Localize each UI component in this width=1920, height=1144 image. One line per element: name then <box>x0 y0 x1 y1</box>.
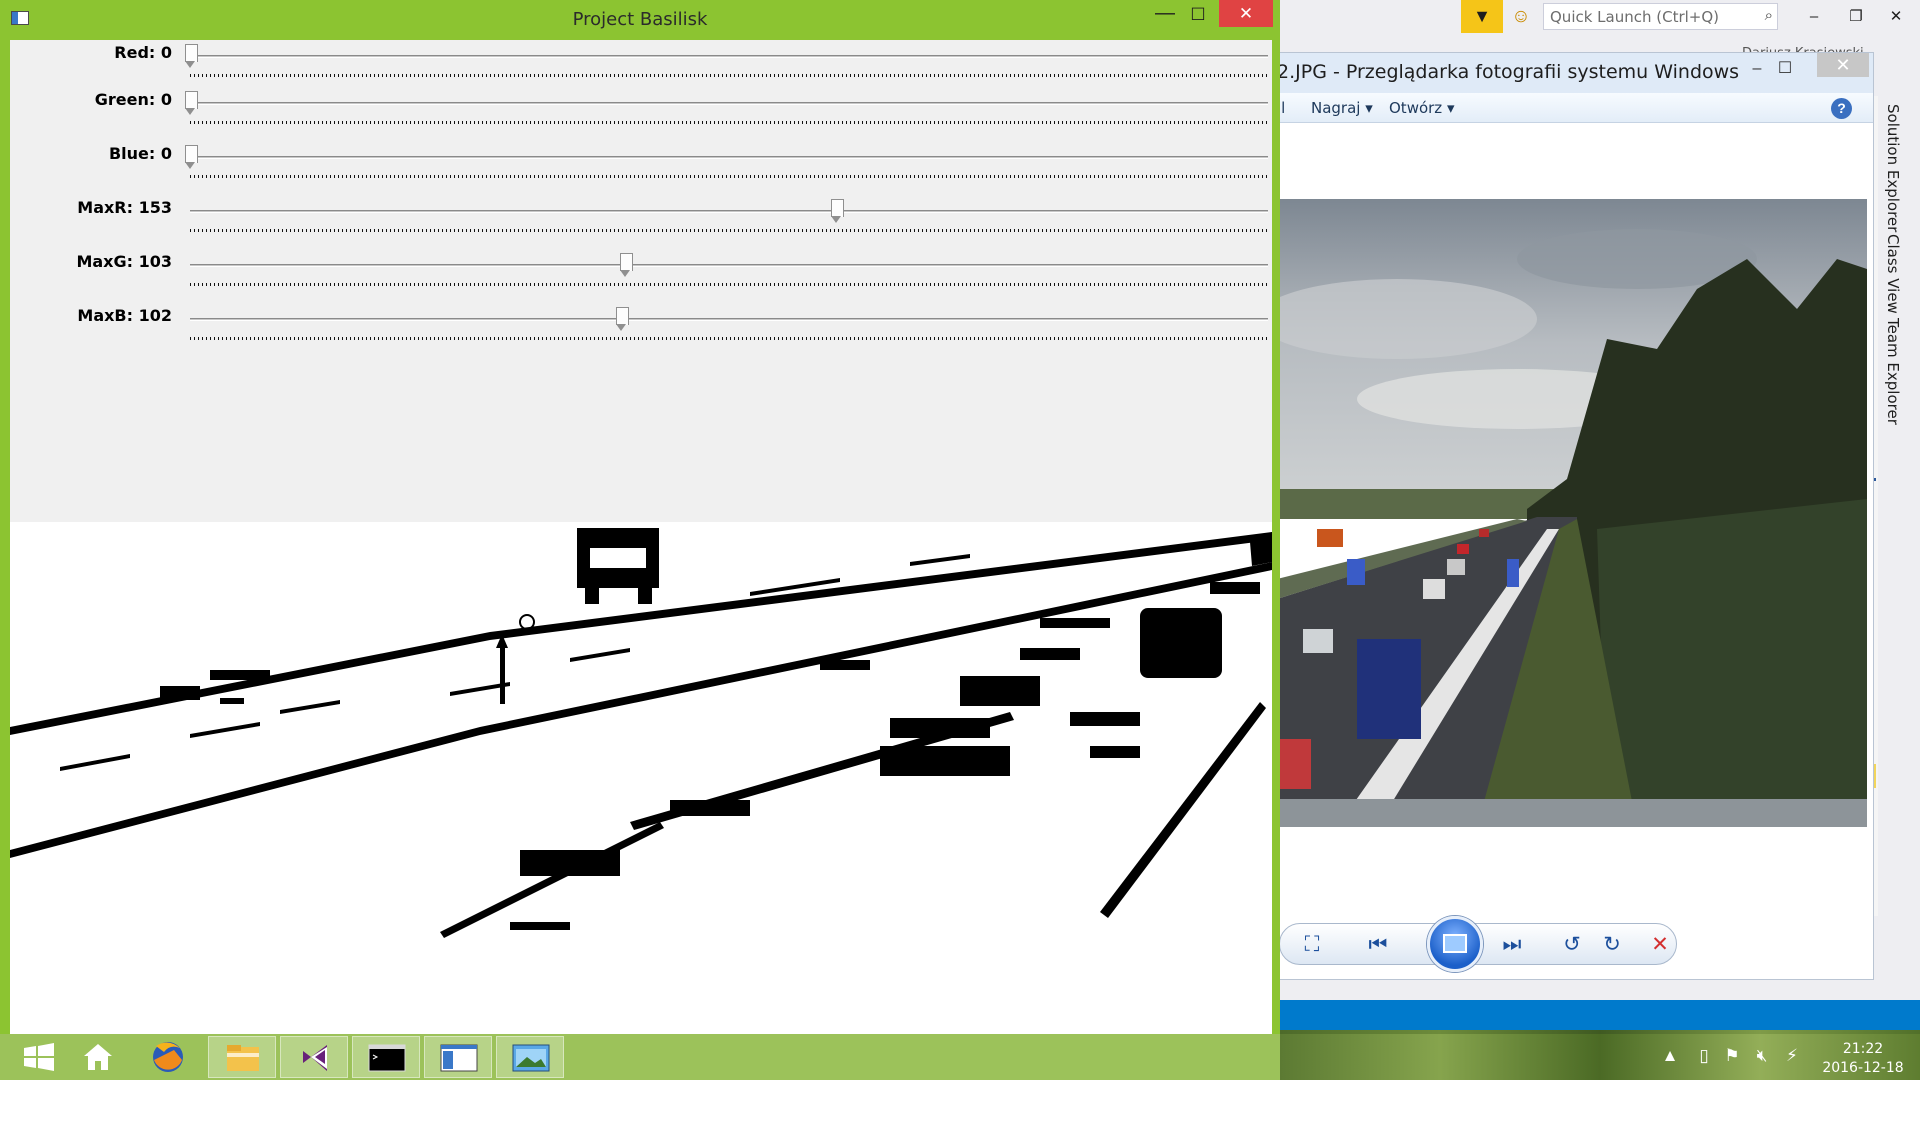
vs-close-button[interactable]: ✕ <box>1878 4 1914 30</box>
trackbar-thumb-red[interactable] <box>184 44 198 69</box>
clock-date: 2016-12-18 <box>1822 1060 1904 1076</box>
trackbar-row-green: Green: 0 <box>10 87 1272 137</box>
console-icon <box>368 1044 406 1072</box>
network-disconnected-icon[interactable]: ⚡︎ <box>1782 1046 1802 1066</box>
taskbar-console[interactable] <box>352 1036 420 1078</box>
trackbar-label: MaxG: 103 <box>76 252 172 271</box>
photo-viewer-title-bar[interactable]: 2.JPG - Przeglądarka fotografii systemu … <box>1271 53 1873 93</box>
vs-status-bar <box>1280 1000 1920 1030</box>
taskbar-home[interactable] <box>64 1036 132 1078</box>
menu-item-open[interactable]: Otwórz ▾ <box>1389 99 1455 117</box>
app-window-icon <box>440 1044 478 1072</box>
app-title-bar[interactable]: Project Basilisk — ☐ ✕ <box>0 0 1280 40</box>
quick-launch-placeholder: Quick Launch (Ctrl+Q) <box>1550 8 1720 26</box>
trackbar-ticks <box>190 175 1268 178</box>
taskbar-file-explorer[interactable] <box>208 1036 276 1078</box>
taskbar-firefox[interactable] <box>134 1036 202 1078</box>
trackbar-thumb-max-g[interactable] <box>619 253 633 278</box>
rotate-right-icon[interactable]: ↻ <box>1597 931 1627 961</box>
photo-viewer-title: 2.JPG - Przeglądarka fotografii systemu … <box>1277 61 1740 83</box>
maximize-button[interactable]: ☐ <box>1183 2 1213 28</box>
trackbar-label: Green: 0 <box>94 90 172 109</box>
trackbar-row-red: Red: 0 <box>10 40 1272 90</box>
trackbar-ticks <box>190 283 1268 286</box>
firefox-icon <box>153 1042 183 1072</box>
feedback-smiley-icon[interactable]: ☺ <box>1510 6 1532 28</box>
trackbar-panel: Red: 0 Green: 0 Blue: 0 MaxR: 153 MaxG: … <box>10 40 1272 522</box>
trackbar-track[interactable] <box>190 210 1268 213</box>
trackbar-thumb-green[interactable] <box>184 91 198 116</box>
taskbar-app-window[interactable] <box>424 1036 492 1078</box>
trackbar-track[interactable] <box>190 55 1268 58</box>
photo-viewer-close-button[interactable]: ✕ <box>1817 53 1869 77</box>
home-icon <box>84 1044 112 1070</box>
quick-launch-input[interactable]: Quick Launch (Ctrl+Q) ⌕ <box>1543 3 1778 30</box>
help-icon[interactable]: ? <box>1831 98 1852 119</box>
visual-studio-icon <box>303 1045 327 1071</box>
trackbar-label: MaxR: 153 <box>77 198 172 217</box>
photo-viewer-minimize-button[interactable]: – <box>1745 57 1769 81</box>
photo-viewer-maximize-button[interactable]: ☐ <box>1773 57 1797 81</box>
menu-item-label: Nagraj <box>1311 99 1361 117</box>
app-title: Project Basilisk <box>572 9 708 30</box>
trackbar-track[interactable] <box>190 102 1268 105</box>
action-center-flag-icon[interactable]: ⚑ <box>1722 1046 1742 1066</box>
close-button[interactable]: ✕ <box>1219 0 1273 27</box>
previous-icon[interactable]: ⏮ <box>1363 931 1393 961</box>
notification-filter-icon[interactable]: ▼ <box>1461 0 1503 33</box>
minimize-button[interactable]: — <box>1150 2 1180 28</box>
trackbar-label: Red: 0 <box>114 43 172 62</box>
photo-viewer-window: 2.JPG - Przeglądarka fotografii systemu … <box>1270 52 1874 980</box>
menu-item-burn[interactable]: Nagraj ▾ <box>1311 99 1373 117</box>
threshold-output-image <box>10 522 1272 1034</box>
photo-viewer-icon <box>512 1044 550 1072</box>
trackbar-label: MaxB: 102 <box>77 306 172 325</box>
photo-viewer-menu-bar: il Nagraj ▾ Otwórz ▾ ? <box>1271 93 1873 123</box>
taskbar-clock[interactable]: 21:22 2016-12-18 <box>1818 1040 1908 1078</box>
chevron-down-icon: ▾ <box>1365 99 1373 117</box>
tab-solution-explorer[interactable]: Solution Explorer <box>1884 104 1902 232</box>
tab-team-explorer[interactable]: Team Explorer <box>1884 318 1902 425</box>
rotate-left-icon[interactable]: ↺ <box>1557 931 1587 961</box>
highway-photo <box>1277 199 1867 827</box>
taskbar-photo-viewer[interactable] <box>496 1036 564 1078</box>
volume-muted-icon[interactable]: 🔇︎ <box>1752 1046 1772 1066</box>
project-basilisk-window: Project Basilisk — ☐ ✕ Red: 0 Green: 0 B… <box>0 0 1280 1034</box>
show-hidden-icons-icon[interactable]: ▲ <box>1660 1046 1680 1066</box>
clock-time: 21:22 <box>1842 1041 1884 1057</box>
vs-restore-button[interactable]: ❐ <box>1838 4 1874 30</box>
trackbar-track[interactable] <box>190 318 1268 321</box>
trackbar-ticks <box>190 121 1268 124</box>
trackbar-ticks <box>190 337 1268 340</box>
vs-minimize-button[interactable]: – <box>1796 4 1832 30</box>
battery-icon[interactable]: ▯ <box>1694 1046 1714 1066</box>
trackbar-thumb-max-b[interactable] <box>615 307 629 332</box>
menu-item-label: Otwórz <box>1389 99 1443 117</box>
actual-size-icon[interactable]: ⛶ <box>1297 931 1327 961</box>
trackbar-track[interactable] <box>190 264 1268 267</box>
trackbar-row-max-b: MaxB: 102 <box>10 303 1272 353</box>
trackbar-row-max-r: MaxR: 153 <box>10 195 1272 245</box>
trackbar-thumb-blue[interactable] <box>184 145 198 170</box>
tab-class-view[interactable]: Class View <box>1884 234 1902 314</box>
file-explorer-icon <box>227 1045 259 1071</box>
next-icon[interactable]: ⏭ <box>1497 931 1527 961</box>
trackbar-thumb-max-r[interactable] <box>831 199 845 224</box>
taskbar-visual-studio[interactable] <box>280 1036 348 1078</box>
photo-viewer-toolbar: ⛶ ⏮ ⏭ ↺ ↻ ✕ <box>1271 916 1873 973</box>
trackbar-row-max-g: MaxG: 103 <box>10 249 1272 299</box>
trackbar-track[interactable] <box>190 156 1268 159</box>
trackbar-ticks <box>190 229 1268 232</box>
delete-icon[interactable]: ✕ <box>1645 931 1675 961</box>
empty-area <box>0 1080 1920 1144</box>
slideshow-icon <box>1443 934 1467 953</box>
trackbar-label: Blue: 0 <box>108 144 172 163</box>
slideshow-button[interactable] <box>1427 916 1483 972</box>
search-icon[interactable]: ⌕ <box>1765 6 1773 24</box>
trackbar-ticks <box>190 74 1268 77</box>
chevron-down-icon: ▾ <box>1446 99 1455 117</box>
trackbar-row-blue: Blue: 0 <box>10 141 1272 191</box>
